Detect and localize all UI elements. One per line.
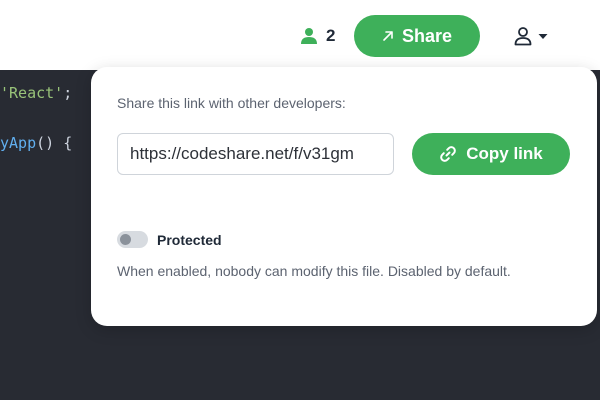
copy-link-label: Copy link — [466, 144, 543, 163]
account-icon — [514, 27, 532, 46]
code-line: yApp() { — [0, 134, 72, 152]
user-icon — [301, 28, 317, 44]
link-icon — [440, 146, 457, 162]
share-popover: Share this link with other developers: C… — [91, 67, 597, 326]
copy-link-button[interactable]: Copy link — [412, 133, 570, 175]
code-function-name: yApp — [0, 134, 37, 152]
caret-down-icon — [538, 34, 548, 39]
protected-row: Protected — [117, 231, 222, 248]
protected-label: Protected — [157, 231, 222, 248]
toggle-knob — [120, 234, 131, 245]
share-hint: Share this link with other developers: — [117, 95, 346, 111]
code-punctuation: () { — [36, 134, 73, 152]
connected-users[interactable]: 2 — [300, 24, 335, 48]
top-bar: 2 Share — [0, 0, 600, 70]
share-button[interactable]: Share — [354, 15, 480, 57]
protected-toggle[interactable] — [117, 231, 148, 248]
share-link-input[interactable] — [117, 133, 394, 175]
share-button-label: Share — [401, 25, 453, 46]
user-count: 2 — [326, 26, 336, 45]
code-line: 'React'; — [0, 84, 72, 102]
protected-description: When enabled, nobody can modify this fil… — [117, 263, 511, 279]
account-menu[interactable] — [513, 24, 548, 48]
arrow-up-right-icon — [383, 31, 393, 41]
code-string: 'React' — [0, 84, 64, 102]
code-punctuation: ; — [63, 84, 73, 102]
